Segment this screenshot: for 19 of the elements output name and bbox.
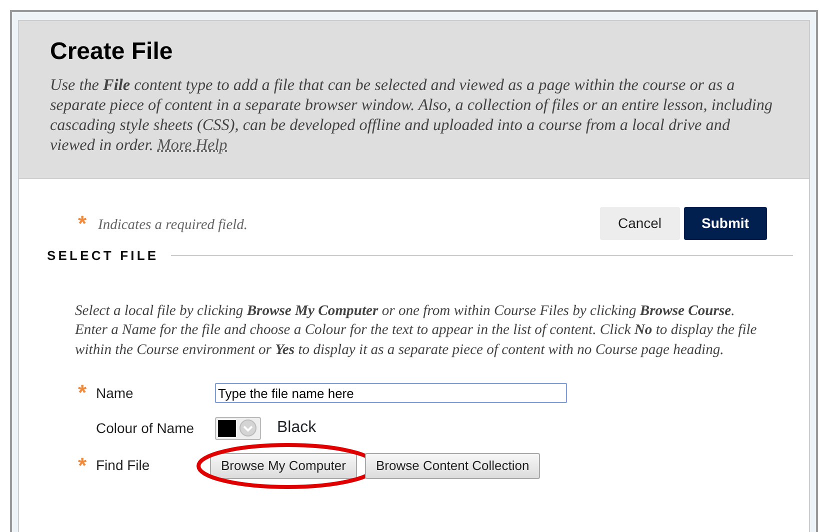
more-help-link[interactable]: More Help (157, 136, 228, 154)
field-label: Find File (96, 456, 150, 476)
browse-button[interactable]: Browse Content Collection (364, 453, 540, 479)
name-input[interactable]: Type the file name here (215, 383, 567, 404)
submit-button[interactable]: Submit (684, 207, 767, 240)
instructions-text: Select a local file by clicking Browse My Computer or one from within Course Files by clicking Browse Course. Enter a Name for the file and choose a Colour for the text to appear in the list of content. Click No to display the file within the Course environment or Yes to display it as a separate piece of content with no Course page heading. (74, 302, 758, 360)
description-text: Use the File content type to add a file that can be selected and viewed as a page within the course or as a separate piece of content in a separate browser window. Also, a collection of files or an entire lesson, including cascading style sheets (CSS), can be developed offline and uploaded into a course from a local drive and viewed in order. More Help (50, 75, 774, 155)
field-label: Name (96, 384, 134, 403)
cancel-button[interactable]: Cancel (600, 207, 680, 240)
page-title: Create File (50, 37, 174, 67)
required-icon: * (78, 454, 96, 477)
color-picker[interactable] (215, 416, 261, 440)
browse-button[interactable]: Browse My Computer (210, 453, 357, 479)
required-note: Indicates a required field. (98, 216, 248, 235)
color-name: Black (277, 418, 316, 438)
required-icon: * (78, 382, 96, 404)
field-label: Colour of Name (96, 418, 194, 438)
required-icon: * (78, 212, 96, 234)
section-heading: SELECT FILE (47, 248, 159, 264)
